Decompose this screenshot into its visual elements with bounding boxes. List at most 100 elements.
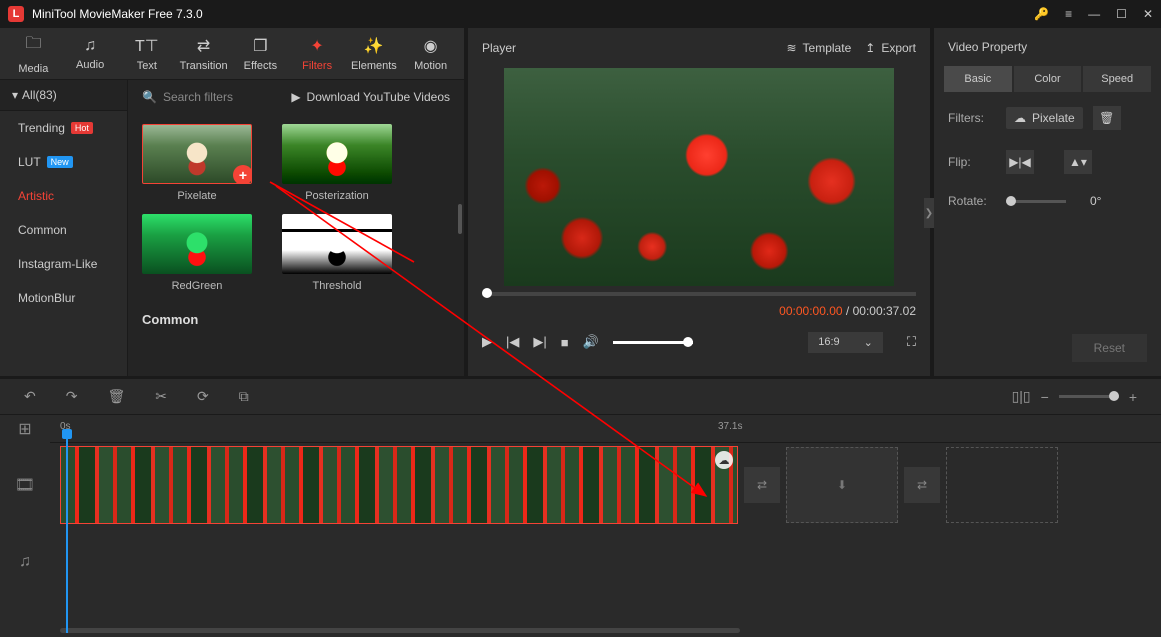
scrollbar[interactable]: [458, 204, 462, 234]
zoom-fit-button[interactable]: ▯|▯: [1012, 388, 1031, 405]
key-icon[interactable]: 🔑: [1034, 7, 1049, 21]
search-icon: 🔍: [142, 90, 157, 104]
zoom-out-button[interactable]: −: [1041, 389, 1049, 405]
chevron-down-icon: ▾: [12, 88, 18, 102]
rotate-value: 0°: [1090, 194, 1101, 208]
properties-panel: ❯ Video Property Basic Color Speed Filte…: [934, 28, 1161, 376]
new-badge: New: [47, 156, 73, 168]
tab-filters[interactable]: ✦Filters: [290, 36, 345, 72]
flip-vertical-button[interactable]: ▲▾: [1064, 150, 1092, 174]
flip-label: Flip:: [948, 155, 996, 169]
flip-horizontal-button[interactable]: ▶|◀: [1006, 150, 1034, 174]
blob-icon: ✦: [310, 36, 323, 56]
hamburger-icon[interactable]: ≡: [1065, 7, 1072, 21]
circle-icon: ◉: [424, 36, 438, 56]
preview-viewport[interactable]: [504, 68, 894, 286]
reset-button[interactable]: Reset: [1072, 334, 1147, 362]
stop-button[interactable]: ■: [561, 335, 569, 350]
filter-thumb-redgreen[interactable]: RedGreen: [142, 214, 252, 292]
tab-motion[interactable]: ◉Motion: [403, 36, 458, 72]
volume-slider[interactable]: [613, 341, 693, 344]
app-logo: L: [8, 6, 24, 22]
empty-clip-slot[interactable]: ⬇: [786, 447, 898, 523]
crop-button[interactable]: ⧉: [239, 388, 249, 405]
add-track-button[interactable]: ⊞: [0, 415, 50, 443]
minimize-icon[interactable]: —: [1088, 7, 1100, 21]
flip-v-icon: ▲▾: [1069, 155, 1087, 169]
download-youtube-link[interactable]: ▶Download YouTube Videos: [291, 90, 450, 104]
search-input[interactable]: 🔍Search filters: [142, 90, 233, 104]
export-icon: ↥: [865, 41, 875, 55]
zoom-in-button[interactable]: +: [1129, 389, 1137, 405]
tab-effects[interactable]: ❐Effects: [233, 36, 288, 72]
zoom-slider[interactable]: [1059, 395, 1119, 398]
filter-thumb-pixelate[interactable]: + Pixelate: [142, 124, 252, 202]
cat-instagram[interactable]: Instagram-Like: [0, 247, 127, 281]
filter-grid: + Pixelate Posterization RedGreen: [128, 114, 464, 376]
stack-icon: ≋: [786, 41, 796, 55]
time-display: 00:00:00.00 / 00:00:37.02: [468, 300, 930, 322]
text-icon: T⊤: [135, 36, 159, 56]
playhead[interactable]: [66, 433, 68, 633]
folder-icon: 🗀: [25, 32, 41, 59]
video-clip[interactable]: ☁: [60, 446, 738, 524]
tab-transition[interactable]: ⇄Transition: [176, 36, 231, 72]
media-panel: 🗀Media ♫Audio T⊤Text ⇄Transition ❐Effect…: [0, 28, 464, 376]
chevron-down-icon: ⌄: [864, 336, 873, 349]
clip-filter-indicator[interactable]: ☁: [715, 451, 733, 469]
delete-filter-button[interactable]: 🗑: [1093, 106, 1121, 130]
prev-frame-button[interactable]: |◀: [506, 334, 519, 350]
transition-slot-2[interactable]: ⇄: [904, 467, 940, 503]
close-icon[interactable]: ✕: [1143, 7, 1153, 21]
filter-all[interactable]: ▾All(83): [0, 80, 127, 111]
player-title: Player: [482, 41, 516, 55]
cat-trending[interactable]: TrendingHot: [0, 111, 127, 145]
transition-slot[interactable]: ⇄: [744, 467, 780, 503]
redo-button[interactable]: ↷: [66, 388, 78, 405]
props-tab-speed[interactable]: Speed: [1083, 66, 1151, 92]
props-tab-basic[interactable]: Basic: [944, 66, 1012, 92]
ghost-clip-slot[interactable]: [946, 447, 1058, 523]
cat-artistic[interactable]: Artistic: [0, 179, 127, 213]
timeline-h-scrollbar[interactable]: [60, 628, 740, 633]
export-button[interactable]: ↥Export: [865, 41, 916, 55]
rotate-slider[interactable]: [1006, 200, 1066, 203]
add-filter-button[interactable]: +: [233, 165, 252, 184]
app-title: MiniTool MovieMaker Free 7.3.0: [32, 7, 203, 21]
player-seek-slider[interactable]: [482, 292, 916, 296]
volume-icon[interactable]: 🔊: [583, 334, 599, 350]
layers-icon: ❐: [253, 36, 267, 56]
toolbar-tabs: 🗀Media ♫Audio T⊤Text ⇄Transition ❐Effect…: [0, 28, 464, 80]
fullscreen-button[interactable]: ⛶: [907, 334, 916, 350]
tab-elements[interactable]: ✨Elements: [347, 36, 402, 72]
collapse-handle[interactable]: ❯: [924, 198, 934, 228]
maximize-icon[interactable]: ☐: [1116, 7, 1127, 21]
applied-filter-chip[interactable]: ☁Pixelate: [1006, 107, 1083, 129]
tab-media[interactable]: 🗀Media: [6, 32, 61, 75]
filter-thumb-posterization[interactable]: Posterization: [282, 124, 392, 202]
rotate-label: Rotate:: [948, 194, 996, 208]
template-button[interactable]: ≋Template: [786, 41, 851, 55]
timeline-section: ↶ ↷ 🗑 ✂ ⟳ ⧉ ▯|▯ − + ⊞ 🎞 ♫ 0s 37.1s ☁: [0, 379, 1161, 637]
play-button[interactable]: ▶: [482, 334, 492, 350]
props-title: Video Property: [934, 28, 1161, 66]
flip-h-icon: ▶|◀: [1009, 155, 1031, 169]
split-button[interactable]: ✂: [155, 388, 167, 405]
speed-button[interactable]: ⟳: [197, 388, 209, 405]
cat-motionblur[interactable]: MotionBlur: [0, 281, 127, 315]
delete-button[interactable]: 🗑: [107, 388, 125, 405]
section-common: Common: [142, 304, 450, 335]
undo-button[interactable]: ↶: [24, 388, 36, 405]
filter-thumb-threshold[interactable]: Threshold: [282, 214, 392, 292]
note-icon: ♫: [84, 37, 96, 55]
tab-text[interactable]: T⊤Text: [120, 36, 175, 72]
video-track-icon: 🎞: [0, 443, 50, 527]
cat-common[interactable]: Common: [0, 213, 127, 247]
aspect-select[interactable]: 16:9⌄: [808, 332, 883, 353]
props-tab-color[interactable]: Color: [1014, 66, 1082, 92]
cat-lut[interactable]: LUTNew: [0, 145, 127, 179]
next-frame-button[interactable]: ▶|: [533, 334, 546, 350]
timeline-ruler[interactable]: 0s 37.1s: [50, 415, 1161, 443]
filter-category-sidebar: ▾All(83) TrendingHot LUTNew Artistic Com…: [0, 80, 128, 376]
tab-audio[interactable]: ♫Audio: [63, 37, 118, 71]
